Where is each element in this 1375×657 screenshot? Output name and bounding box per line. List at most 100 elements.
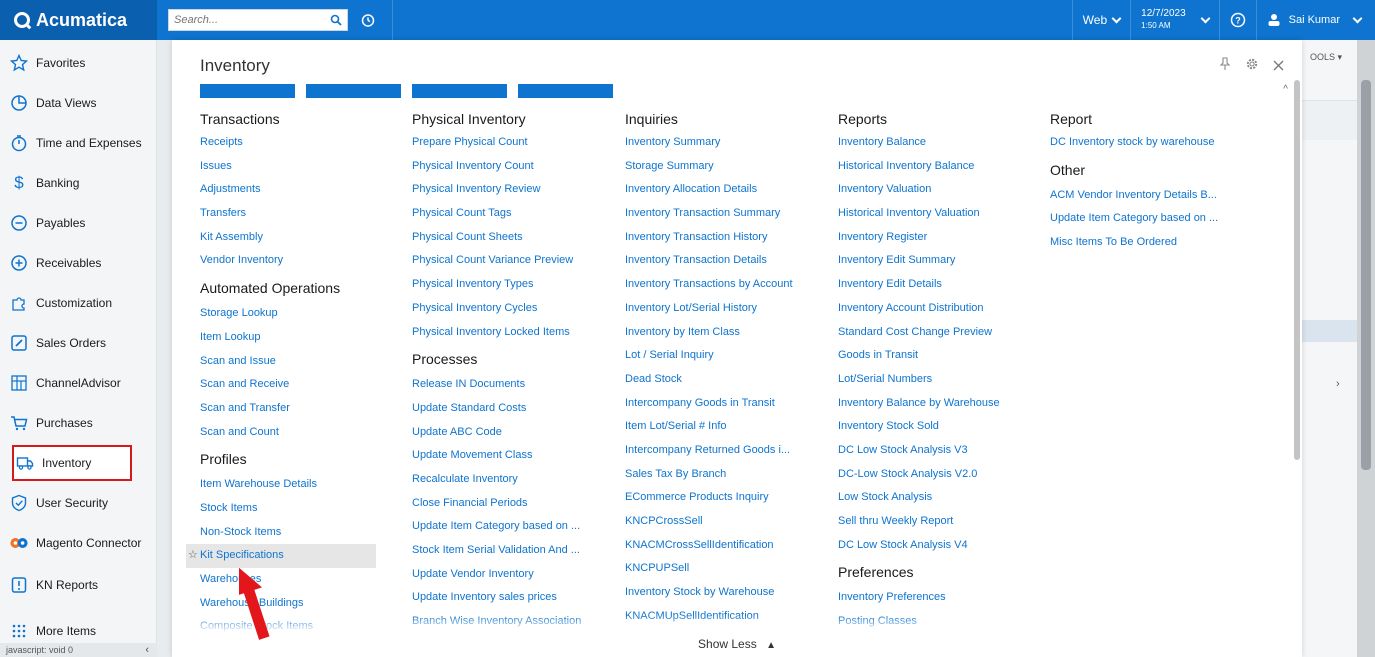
menu-link[interactable]: DC Inventory stock by warehouse <box>1050 131 1218 155</box>
menu-link[interactable]: Prepare Physical Count <box>412 131 581 155</box>
web-selector[interactable]: Web <box>1071 0 1130 40</box>
close-icon[interactable] <box>1273 58 1284 76</box>
menu-link[interactable]: Update Item Category based on ... <box>1050 207 1218 231</box>
pin-icon[interactable] <box>1219 57 1231 76</box>
menu-link[interactable]: Lot / Serial Inquiry <box>625 344 793 368</box>
menu-link[interactable]: Intercompany Returned Goods i... <box>625 439 793 463</box>
menu-link[interactable]: Inventory Account Distribution <box>838 297 1000 321</box>
menu-link[interactable]: Physical Inventory Review <box>412 178 581 202</box>
menu-link[interactable]: Physical Inventory Types <box>412 273 581 297</box>
menu-link[interactable]: Standard Cost Change Preview <box>838 321 1000 345</box>
chevron-right-icon[interactable]: › <box>1336 378 1340 390</box>
menu-link[interactable]: ECommerce Products Inquiry <box>625 486 793 510</box>
menu-link[interactable]: Item Lot/Serial # Info <box>625 415 793 439</box>
tab-3[interactable] <box>412 84 507 98</box>
menu-link[interactable]: Inventory Summary <box>625 131 793 155</box>
scrollbar-thumb[interactable] <box>1361 80 1371 470</box>
menu-link[interactable]: Update Inventory sales prices <box>412 586 581 610</box>
user-menu[interactable]: Sai Kumar <box>1255 0 1375 40</box>
menu-link[interactable]: Scan and Receive <box>200 373 376 397</box>
menu-link[interactable]: Historical Inventory Balance <box>838 155 1000 179</box>
menu-link[interactable]: Inventory Balance <box>838 131 1000 155</box>
menu-link[interactable]: DC Low Stock Analysis V3 <box>838 439 1000 463</box>
menu-link[interactable]: Issues <box>200 155 376 179</box>
help-button[interactable]: ? <box>1218 0 1256 40</box>
menu-link[interactable]: KNCPCrossSell <box>625 510 793 534</box>
menu-link[interactable]: Goods in Transit <box>838 344 1000 368</box>
menu-link[interactable]: ACM Vendor Inventory Details B... <box>1050 184 1218 208</box>
show-less-button[interactable]: Show Less ▲ <box>172 631 1302 657</box>
menu-link[interactable]: Non-Stock Items <box>200 521 376 545</box>
menu-link[interactable]: Kit Assembly <box>200 226 376 250</box>
menu-link[interactable]: Historical Inventory Valuation <box>838 202 1000 226</box>
sidebar-item-magento-connector[interactable]: Magento Connector <box>10 525 155 561</box>
panel-scrollbar[interactable] <box>1294 80 1302 460</box>
menu-link[interactable]: Item Lookup <box>200 326 376 350</box>
menu-link[interactable]: Misc Items To Be Ordered <box>1050 231 1218 255</box>
menu-link[interactable]: Recalculate Inventory <box>412 468 581 492</box>
sidebar-item-user-security[interactable]: User Security <box>10 485 155 521</box>
menu-link[interactable]: Update ABC Code <box>412 421 581 445</box>
menu-link[interactable]: Inventory Transactions by Account <box>625 273 793 297</box>
menu-link[interactable]: Inventory Transaction Summary <box>625 202 793 226</box>
menu-link[interactable]: Item Warehouse Details <box>200 473 376 497</box>
sidebar-item-banking[interactable]: $ Banking <box>10 165 155 201</box>
search-input[interactable] <box>169 10 325 30</box>
menu-link[interactable]: DC-Low Stock Analysis V2.0 <box>838 463 1000 487</box>
sidebar-item-sales-orders[interactable]: Sales Orders <box>10 325 155 361</box>
collapse-chevron-icon[interactable]: ‹ <box>145 643 149 657</box>
date-selector[interactable]: 12/7/2023 1:50 AM <box>1130 0 1219 40</box>
menu-link[interactable]: KNCPUPSell <box>625 557 793 581</box>
scroll-up-icon[interactable]: ^ <box>1283 84 1288 95</box>
sidebar-item-purchases[interactable]: Purchases <box>10 405 155 441</box>
menu-link[interactable]: Adjustments <box>200 178 376 202</box>
sidebar-item-inventory[interactable]: Inventory <box>12 445 132 481</box>
menu-link[interactable]: Physical Count Tags <box>412 202 581 226</box>
menu-link[interactable]: Physical Inventory Cycles <box>412 297 581 321</box>
tab-2[interactable] <box>306 84 401 98</box>
menu-link[interactable]: Inventory Register <box>838 226 1000 250</box>
menu-link[interactable]: Inventory Valuation <box>838 178 1000 202</box>
favorite-star-icon[interactable]: ☆ <box>188 544 198 568</box>
history-icon[interactable] <box>356 8 380 32</box>
menu-link[interactable]: Update Standard Costs <box>412 397 581 421</box>
menu-link[interactable]: Scan and Issue <box>200 350 376 374</box>
sidebar-item-kn-reports[interactable]: KN Reports <box>10 567 155 603</box>
menu-link[interactable]: Stock Items <box>200 497 376 521</box>
menu-link[interactable]: Update Vendor Inventory <box>412 563 581 587</box>
menu-link[interactable]: Intercompany Goods in Transit <box>625 392 793 416</box>
search-box[interactable] <box>168 9 348 31</box>
menu-link[interactable]: Sell thru Weekly Report <box>838 510 1000 534</box>
menu-link[interactable]: Inventory Stock Sold <box>838 415 1000 439</box>
menu-link[interactable]: KNACMCrossSellIdentification <box>625 534 793 558</box>
tab-4[interactable] <box>518 84 613 98</box>
menu-link[interactable]: Scan and Transfer <box>200 397 376 421</box>
menu-link[interactable]: Inventory Allocation Details <box>625 178 793 202</box>
menu-link[interactable]: Storage Summary <box>625 155 793 179</box>
menu-link[interactable]: Inventory Balance by Warehouse <box>838 392 1000 416</box>
menu-link[interactable]: Lot/Serial Numbers <box>838 368 1000 392</box>
sidebar-item-favorites[interactable]: Favorites <box>10 45 155 81</box>
menu-link[interactable]: Inventory Edit Summary <box>838 249 1000 273</box>
menu-link[interactable]: Dead Stock <box>625 368 793 392</box>
sidebar-item-data-views[interactable]: Data Views <box>10 85 155 121</box>
menu-link[interactable]: Receipts <box>200 131 376 155</box>
menu-link[interactable]: Inventory Stock by Warehouse <box>625 581 793 605</box>
menu-link[interactable]: Transfers <box>200 202 376 226</box>
gear-icon[interactable] <box>1245 57 1259 76</box>
menu-link[interactable]: Update Item Category based on ... <box>412 515 581 539</box>
page-scrollbar[interactable] <box>1357 40 1375 657</box>
menu-link[interactable]: Update Movement Class <box>412 444 581 468</box>
menu-link[interactable]: Scan and Count <box>200 421 376 445</box>
menu-link[interactable]: Inventory Preferences <box>838 586 1000 610</box>
menu-link[interactable]: Inventory by Item Class <box>625 321 793 345</box>
sidebar-item-payables[interactable]: Payables <box>10 205 155 241</box>
sidebar-item-receivables[interactable]: Receivables <box>10 245 155 281</box>
menu-link[interactable]: Inventory Edit Details <box>838 273 1000 297</box>
menu-link[interactable]: DC Low Stock Analysis V4 <box>838 534 1000 558</box>
menu-link[interactable]: Stock Item Serial Validation And ... <box>412 539 581 563</box>
sidebar-item-time-and-expenses[interactable]: Time and Expenses <box>10 125 155 161</box>
menu-link[interactable]: Sales Tax By Branch <box>625 463 793 487</box>
panel-scrollbar-thumb[interactable] <box>1294 80 1300 460</box>
sidebar-item-channeladvisor[interactable]: ChannelAdvisor <box>10 365 155 401</box>
